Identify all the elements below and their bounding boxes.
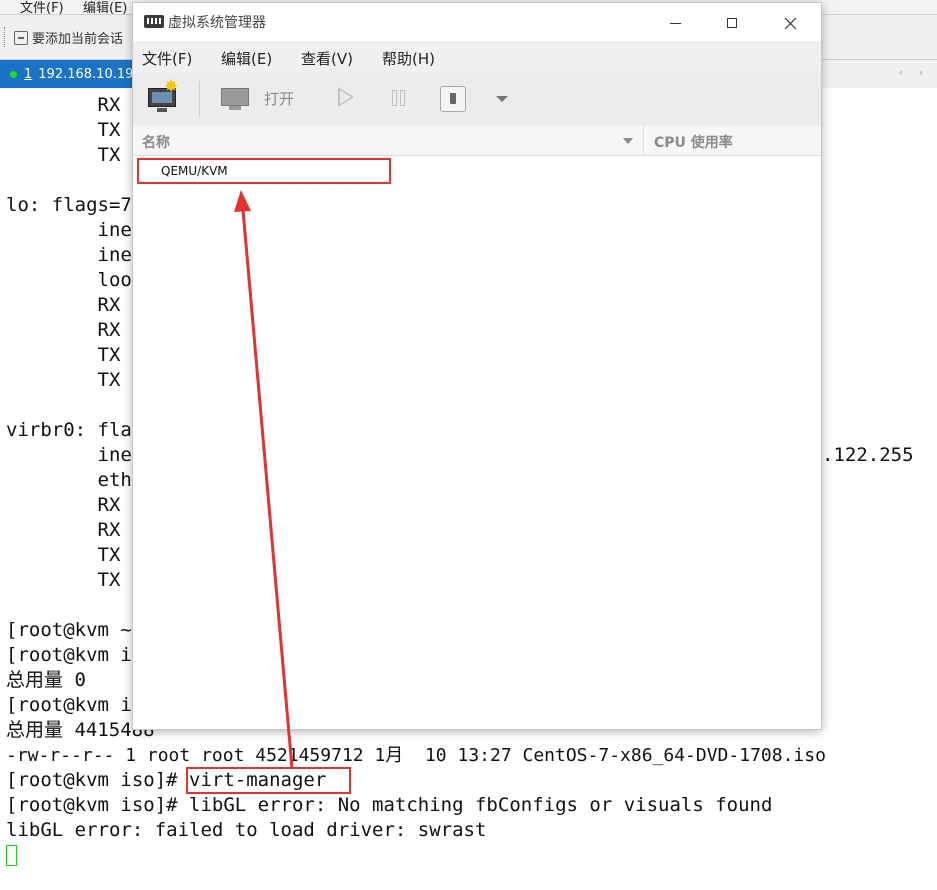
column-name-header[interactable]: 名称 xyxy=(142,132,170,152)
terminal-line: RX xyxy=(6,294,121,316)
open-vm-button[interactable] xyxy=(221,86,249,112)
menu-help[interactable]: 帮助(H) xyxy=(382,48,435,69)
terminal-line-fragment: .122.255 xyxy=(822,444,914,466)
terminal-line: lo: flags=7 xyxy=(6,194,132,216)
dialog-menubar: 文件(F) 编辑(E) 查看(V) 帮助(H) xyxy=(133,41,821,73)
terminal-line: [root@kvm i xyxy=(6,644,132,666)
session-tab-number: 1 xyxy=(24,66,33,82)
menu-view[interactable]: 查看(V) xyxy=(301,48,353,69)
terminal-line: [root@kvm ~ xyxy=(6,619,132,641)
terminal-line: [root@kvm iso]# libGL error: No matching… xyxy=(6,794,773,816)
window-titlebar[interactable]: 虚拟系统管理器 xyxy=(133,3,821,41)
star-icon: ✸ xyxy=(164,77,179,97)
run-vm-button[interactable] xyxy=(338,87,354,107)
window-title: 虚拟系统管理器 xyxy=(168,15,266,31)
terminal-line: TX xyxy=(6,119,121,141)
host-menu-edit[interactable]: 编辑(E) xyxy=(83,0,127,14)
session-tab[interactable]: 1 192.168.10.19 xyxy=(0,60,140,88)
terminal-line: TX xyxy=(6,544,121,566)
terminal-line: RX xyxy=(6,494,121,516)
terminal-line: virbr0: fla xyxy=(6,419,132,441)
terminal-line: ine xyxy=(6,244,132,266)
virt-manager-app-icon xyxy=(144,15,164,28)
terminal-line: RX xyxy=(6,94,121,116)
sort-down-icon[interactable] xyxy=(623,138,633,144)
terminal-line: TX xyxy=(6,369,121,391)
new-vm-button[interactable]: ✸ xyxy=(147,79,179,114)
terminal-line: libGL error: failed to load driver: swra… xyxy=(6,819,487,841)
virt-manager-window: 虚拟系统管理器 文件(F) 编辑(E) 查看(V) 帮助(H) ✸ 打开 名称 xyxy=(133,3,821,729)
connection-highlight-box xyxy=(137,158,391,184)
maximize-button[interactable] xyxy=(709,7,755,39)
terminal-line: [root@kvm i xyxy=(6,694,132,716)
close-icon xyxy=(784,17,796,29)
terminal-line: RX xyxy=(6,319,121,341)
terminal-line: TX xyxy=(6,344,121,366)
dialog-toolbar: ✸ 打开 xyxy=(133,73,821,126)
minimize-button[interactable] xyxy=(652,7,698,39)
session-tab-host: 192.168.10.19 xyxy=(38,66,134,82)
menu-edit[interactable]: 编辑(E) xyxy=(221,48,272,69)
host-menu-file[interactable]: 文件(F) xyxy=(20,0,64,14)
terminal-line: -rw-r--r-- 1 root root 4521459712 1月 10 … xyxy=(6,745,826,766)
close-button[interactable] xyxy=(767,7,813,39)
menu-file[interactable]: 文件(F) xyxy=(142,48,192,69)
toolbar-separator xyxy=(199,81,200,117)
terminal-line: 总用量 0 xyxy=(6,669,86,691)
session-hint[interactable]: 要添加当前会话 xyxy=(14,28,123,47)
monitor-icon xyxy=(221,88,249,106)
tab-scroll-arrows-icon[interactable]: ‹ › xyxy=(899,66,929,79)
toolbar-grip xyxy=(4,27,7,47)
shutdown-vm-button[interactable] xyxy=(440,86,466,112)
terminal-line: loo xyxy=(6,269,132,291)
terminal-line: ine xyxy=(6,444,132,466)
terminal-cursor xyxy=(6,845,17,866)
terminal-line: ine xyxy=(6,219,132,241)
connected-status-icon xyxy=(10,70,17,78)
terminal-line: eth xyxy=(6,469,132,491)
terminal-line: TX xyxy=(6,144,121,166)
shutdown-options-dropdown-icon[interactable] xyxy=(496,96,508,102)
terminal-line: RX xyxy=(6,519,121,541)
command-highlight-box xyxy=(186,767,351,794)
vm-list-header: 名称 CPU 使用率 xyxy=(133,125,821,156)
column-cpu-header[interactable]: CPU 使用率 xyxy=(654,132,733,152)
pause-vm-button[interactable] xyxy=(391,90,407,106)
session-hint-text: 要添加当前会话 xyxy=(32,32,124,47)
terminal-line: TX xyxy=(6,569,121,591)
add-session-icon xyxy=(14,30,28,45)
open-label[interactable]: 打开 xyxy=(264,88,294,109)
